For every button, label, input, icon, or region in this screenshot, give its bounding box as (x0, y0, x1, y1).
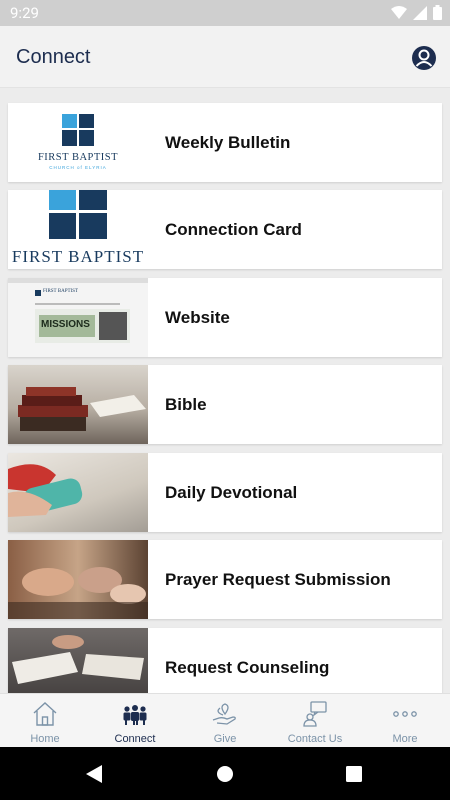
list-item-prayer-request[interactable]: Prayer Request Submission (8, 540, 442, 619)
contact-chat-icon (303, 701, 327, 727)
app-bar: Connect (0, 26, 450, 88)
banner-text: MISSIONS (41, 319, 90, 330)
status-bar: 9:29 (0, 0, 450, 26)
church-logo (62, 114, 94, 146)
nav-label-connect: Connect (114, 733, 156, 745)
open-bibles-illustration (12, 635, 144, 684)
logo-subtext: CHURCH of ELYRIA (49, 165, 107, 170)
connect-list: FIRST BAPTIST CHURCH of ELYRIA Weekly Bu… (0, 89, 450, 693)
nav-connect[interactable]: Connect (90, 694, 180, 748)
nav-give[interactable]: Give (180, 694, 270, 748)
bulletin-thumbnail: FIRST BAPTIST CHURCH of ELYRIA (8, 103, 148, 182)
signal-icon (413, 5, 427, 20)
bottom-navigation: Home Connect Give Contact Us More (0, 693, 450, 747)
list-item-connection-card[interactable]: FIRST BAPTIST Connection Card (8, 190, 442, 269)
list-item-bible[interactable]: Bible (8, 365, 442, 444)
wifi-icon (391, 5, 407, 19)
website-thumbnail: FIRST BAPTIST MISSIONS (8, 278, 148, 357)
more-dots-icon (393, 711, 417, 717)
site-title: FIRST BAPTIST (43, 289, 79, 294)
people-icon (123, 705, 147, 725)
books-illustration (18, 387, 146, 431)
page-title: Connect (16, 46, 91, 68)
system-navigation-bar (0, 747, 450, 800)
home-icon (33, 702, 57, 726)
item-label: Connection Card (165, 219, 302, 239)
prayer-photo (8, 540, 148, 619)
site-logo (35, 290, 41, 296)
site-banner: MISSIONS (35, 309, 130, 343)
item-label: Daily Devotional (165, 482, 298, 502)
item-label: Bible (165, 394, 207, 414)
list-item-weekly-bulletin[interactable]: FIRST BAPTIST CHURCH of ELYRIA Weekly Bu… (8, 103, 442, 182)
status-time: 9:29 (10, 4, 39, 22)
connection-card-thumbnail: FIRST BAPTIST (8, 190, 148, 269)
phone-hands-illustration (8, 464, 83, 517)
recents-icon[interactable] (346, 766, 362, 782)
status-icons (391, 5, 442, 20)
back-icon[interactable] (86, 765, 102, 783)
item-label: Weekly Bulletin (165, 132, 291, 152)
bible-photo (8, 365, 148, 444)
nav-more[interactable]: More (360, 694, 450, 748)
nav-label-give: Give (213, 733, 237, 745)
nav-label-home: Home (30, 733, 60, 745)
home-circle-icon[interactable] (216, 765, 234, 783)
battery-icon (433, 5, 442, 20)
counseling-photo (8, 628, 148, 693)
logo-text: FIRST BAPTIST (37, 152, 119, 163)
nav-home[interactable]: Home (0, 694, 90, 748)
item-label: Request Counseling (165, 657, 330, 677)
item-label: Website (165, 307, 230, 327)
list-item-daily-devotional[interactable]: Daily Devotional (8, 453, 442, 532)
list-item-website[interactable]: FIRST BAPTIST MISSIONS Website (8, 278, 442, 357)
devotional-photo (8, 453, 148, 532)
list-item-request-counseling[interactable]: Request Counseling (8, 628, 442, 693)
praying-hands-illustration (8, 567, 148, 619)
item-label: Prayer Request Submission (165, 569, 391, 589)
giving-hand-icon (212, 703, 236, 725)
profile-icon[interactable] (411, 45, 437, 71)
nav-label-more: More (392, 733, 418, 745)
nav-contact-us[interactable]: Contact Us (270, 694, 360, 748)
nav-label-contact-us: Contact Us (287, 733, 343, 745)
logo-text: FIRST BAPTIST (11, 247, 145, 266)
